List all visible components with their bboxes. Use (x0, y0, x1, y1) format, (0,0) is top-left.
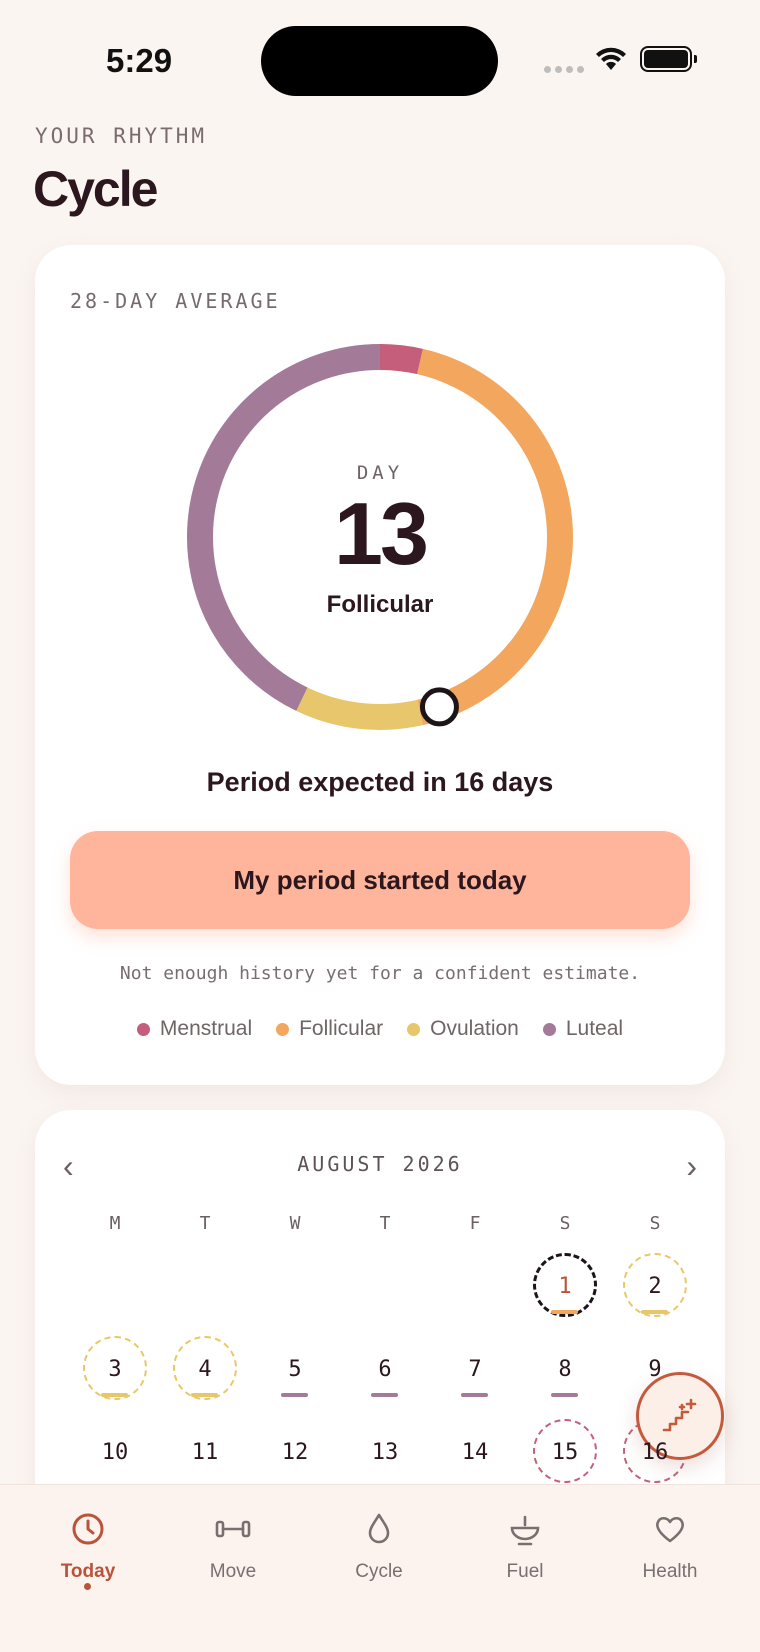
legend-dot (276, 1022, 290, 1036)
day-number: 3 (108, 1357, 122, 1382)
phase-indicator-bar (101, 1393, 128, 1397)
day-number: 14 (461, 1440, 489, 1465)
legend-item-ovulation: Ovulation (407, 1017, 519, 1041)
tab-health[interactable]: Health (610, 1507, 730, 1583)
legend-item-follicular: Follicular (276, 1017, 383, 1041)
bowl-icon (510, 1515, 540, 1546)
active-tab-indicator (84, 1583, 91, 1590)
heart-icon (656, 1516, 684, 1543)
drop-icon (368, 1513, 390, 1544)
cellular-signal-icon (544, 66, 584, 73)
tab-label: Cycle (355, 1561, 403, 1582)
phase-indicator-bar (551, 1310, 578, 1314)
legend-item-menstrual: Menstrual (136, 1017, 253, 1041)
day-number: 12 (281, 1440, 309, 1465)
clock-icon (72, 1513, 104, 1545)
legend-label: Menstrual (159, 1017, 253, 1040)
calendar-blank (160, 1252, 250, 1335)
calendar-day[interactable]: 6 (340, 1335, 430, 1418)
calendar-day[interactable]: 2 (610, 1252, 700, 1335)
period-expected-text: Period expected in 16 days (206, 767, 554, 797)
calendar-day[interactable]: 7 (430, 1335, 520, 1418)
calendar-day[interactable]: 3 (70, 1335, 160, 1418)
calendar-blank (340, 1252, 430, 1335)
page-eyebrow: YOUR RHYTHM (35, 124, 208, 148)
day-number: 11 (191, 1440, 219, 1465)
day-label: DAY (356, 462, 404, 484)
weekday: S (559, 1213, 571, 1234)
tab-label: Health (642, 1561, 698, 1582)
calendar-day[interactable]: 4 (160, 1335, 250, 1418)
day-number: 9 (648, 1357, 662, 1382)
status-time: 5:29 (106, 42, 173, 79)
page-title: Cycle (33, 161, 158, 217)
weekday-header: M T W T F S S (70, 1213, 700, 1234)
current-phase: Follicular (326, 591, 434, 618)
phase-indicator-bar (281, 1393, 308, 1397)
next-month-button[interactable]: › (686, 1148, 697, 1185)
legend-dot (542, 1022, 556, 1036)
tab-label: Fuel (506, 1561, 544, 1582)
weekday: W (289, 1213, 301, 1234)
calendar-blank (430, 1252, 520, 1335)
day-number: 15 (551, 1440, 579, 1465)
phase-indicator-bar (191, 1393, 218, 1397)
calendar-blank (70, 1252, 160, 1335)
calendar-day[interactable]: 1 (520, 1252, 610, 1335)
legend-label: Ovulation (430, 1017, 519, 1040)
phase-indicator-bar (551, 1393, 578, 1397)
stairs-sparkle-icon (662, 1398, 697, 1432)
phase-legend: Menstrual Follicular Ovulation Luteal (35, 1017, 725, 1041)
day-number: 5 (288, 1357, 302, 1382)
tab-today[interactable]: Today (28, 1507, 148, 1583)
day-number: 4 (198, 1357, 212, 1382)
weekday: T (199, 1213, 211, 1234)
dynamic-island (261, 26, 498, 96)
legend-label: Luteal (565, 1017, 624, 1040)
legend-dot (407, 1022, 421, 1036)
phase-indicator-bar (641, 1310, 668, 1314)
tab-fuel[interactable]: Fuel (465, 1507, 585, 1583)
tab-label: Move (209, 1561, 257, 1582)
cycle-summary-card: 28-DAY AVERAGE DAY 13 Follicular Period … (35, 245, 725, 1085)
day-number: 10 (101, 1440, 129, 1465)
calendar-month: AUGUST 2026 (297, 1152, 463, 1176)
phase-arc-ovulation (296, 687, 423, 730)
current-day-marker (419, 687, 459, 727)
weekday: F (469, 1213, 481, 1234)
weekday: S (649, 1213, 661, 1234)
dumbbell-icon (215, 1520, 251, 1538)
period-started-button[interactable]: My period started today (70, 831, 690, 929)
day-number: 2 (648, 1274, 662, 1299)
bottom-tab-bar: Today Move Cycle Fuel Health (0, 1484, 760, 1652)
tab-move[interactable]: Move (173, 1507, 293, 1583)
day-number: 1 (558, 1274, 572, 1299)
phase-indicator-bar (371, 1393, 398, 1397)
calendar-grid: 1 2 3 4 5 6 7 8 9 10 11 12 13 14 15 16 (70, 1252, 700, 1501)
day-number: 13 (371, 1440, 399, 1465)
day-number: 6 (378, 1357, 392, 1382)
calendar-day[interactable]: 5 (250, 1335, 340, 1418)
legend-dot (136, 1022, 150, 1036)
day-number: 8 (558, 1357, 572, 1382)
legend-item-luteal: Luteal (542, 1017, 624, 1041)
day-number: 7 (468, 1357, 482, 1382)
weekday: T (379, 1213, 391, 1234)
legend-label: Follicular (299, 1017, 384, 1040)
tab-label: Today (60, 1561, 116, 1582)
calendar-day[interactable]: 8 (520, 1335, 610, 1418)
cycle-day-number: 13 (334, 484, 429, 583)
weekday: M (109, 1213, 121, 1234)
tab-cycle[interactable]: Cycle (319, 1507, 439, 1583)
phase-indicator-bar (461, 1393, 488, 1397)
wifi-icon (596, 47, 626, 70)
day-number: 16 (641, 1440, 669, 1465)
battery-icon (640, 46, 697, 72)
estimate-note: Not enough history yet for a confident e… (119, 963, 641, 984)
calendar-blank (250, 1252, 340, 1335)
phase-arc-menstrual (379, 344, 423, 375)
